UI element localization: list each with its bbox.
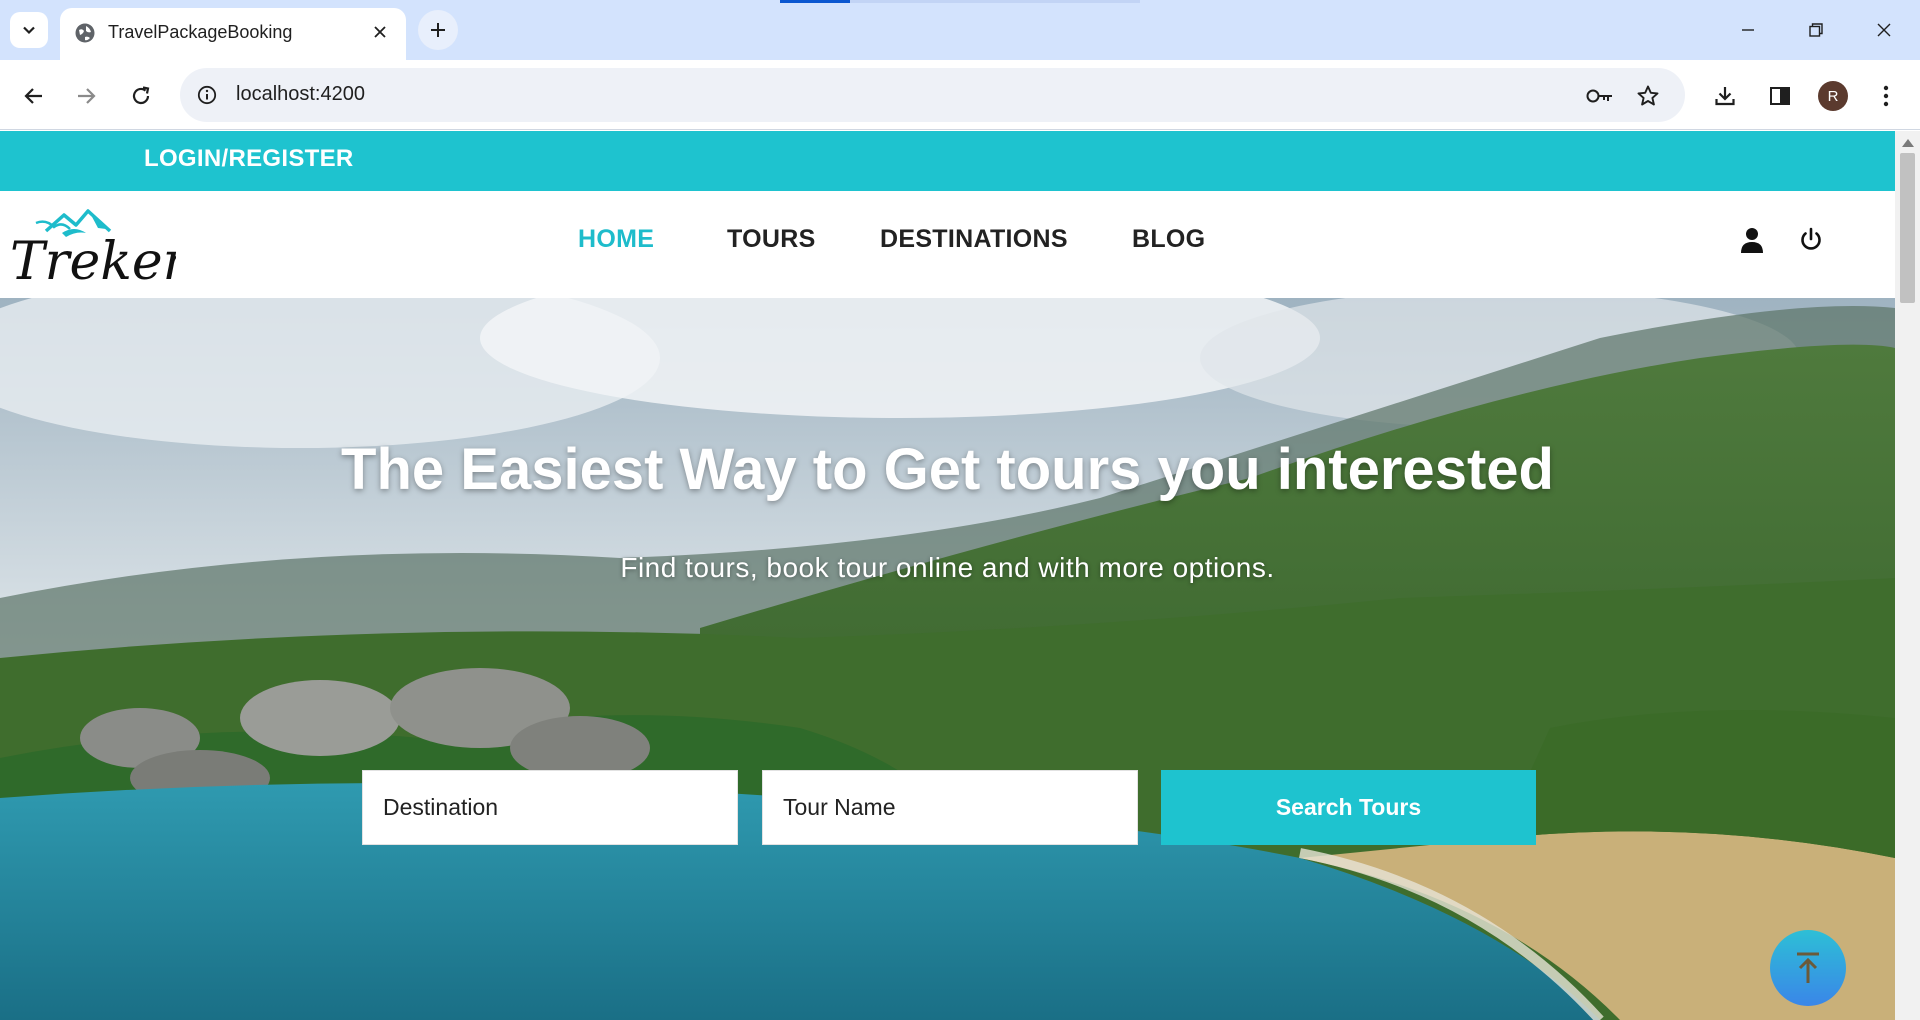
browser-menu-button[interactable] <box>1866 76 1906 116</box>
more-vertical-icon <box>1883 85 1889 107</box>
downloads-button[interactable] <box>1705 76 1745 116</box>
side-panel-icon <box>1770 87 1790 105</box>
search-tours-button[interactable]: Search Tours <box>1161 770 1536 845</box>
close-window-button[interactable] <box>1862 10 1906 50</box>
reload-button[interactable] <box>121 76 161 116</box>
logo-text: Treker <box>10 232 176 289</box>
tour-name-input[interactable] <box>762 770 1138 845</box>
close-icon <box>374 26 386 38</box>
hero-banner: The Easiest Way to Get tours you interes… <box>0 298 1895 1020</box>
nav-destinations[interactable]: DESTINATIONS <box>880 225 1068 254</box>
browser-toolbar: localhost:4200 R <box>0 60 1920 130</box>
star-icon <box>1637 85 1659 106</box>
url-text: localhost:4200 <box>236 83 365 105</box>
side-panel-button[interactable] <box>1760 76 1800 116</box>
arrow-right-icon <box>78 88 96 104</box>
browser-tab-active[interactable]: TravelPackageBooking <box>60 8 406 60</box>
password-manager-button[interactable] <box>1584 80 1616 112</box>
profile-button[interactable]: R <box>1813 76 1853 116</box>
tab-search-button[interactable] <box>10 12 48 48</box>
restore-button[interactable] <box>1794 10 1838 50</box>
bookmark-button[interactable] <box>1632 80 1664 112</box>
close-icon <box>1877 23 1891 37</box>
hero-title: The Easiest Way to Get tours you interes… <box>341 437 1554 502</box>
restore-icon <box>1809 23 1823 37</box>
download-icon <box>1715 87 1735 106</box>
main-navbar: Treker HOME TOURS DESTINATIONS BLOG <box>0 191 1895 298</box>
chevron-down-icon <box>23 26 35 35</box>
plus-icon <box>431 23 445 37</box>
minimize-button[interactable] <box>1726 10 1770 50</box>
browser-tabstrip: TravelPackageBooking <box>0 0 1920 60</box>
avatar: R <box>1818 81 1848 111</box>
page-viewport: LOGIN/REGISTER Treker HOME TOURS DESTINA… <box>0 131 1895 1020</box>
power-icon <box>1801 227 1821 250</box>
tab-title: TravelPackageBooking <box>108 22 293 42</box>
back-button[interactable] <box>14 76 54 116</box>
reload-icon <box>132 86 150 105</box>
tab-loading-track <box>850 0 1140 3</box>
login-register-link[interactable]: LOGIN/REGISTER <box>144 145 354 173</box>
user-icon <box>1741 228 1763 253</box>
account-button[interactable] <box>1737 225 1767 255</box>
tab-loading-indicator <box>780 0 850 3</box>
scrollbar-thumb[interactable] <box>1900 153 1915 303</box>
logout-button[interactable] <box>1796 225 1826 255</box>
site-info-button[interactable] <box>192 80 222 110</box>
forward-button[interactable] <box>66 76 106 116</box>
nav-tours[interactable]: TOURS <box>727 225 816 254</box>
minimize-icon <box>1742 29 1754 31</box>
hero-background-image <box>0 298 1895 1020</box>
info-icon <box>197 85 217 105</box>
address-bar[interactable]: localhost:4200 <box>180 68 1685 122</box>
arrow-left-icon <box>24 88 42 104</box>
globe-icon <box>75 23 95 43</box>
new-tab-button[interactable] <box>418 10 458 50</box>
top-bar: LOGIN/REGISTER <box>0 131 1895 191</box>
arrow-up-to-line-icon <box>1797 952 1819 983</box>
page-scrollbar[interactable] <box>1895 131 1920 1020</box>
key-icon <box>1586 89 1612 103</box>
destination-input[interactable] <box>362 770 738 845</box>
site-logo[interactable]: Treker <box>6 201 176 289</box>
nav-home[interactable]: HOME <box>578 225 654 254</box>
hero-subtitle: Find tours, book tour online and with mo… <box>620 552 1275 583</box>
back-to-top-button[interactable] <box>1770 930 1846 1006</box>
scroll-up-arrow[interactable] <box>1902 139 1914 147</box>
nav-blog[interactable]: BLOG <box>1132 225 1205 254</box>
tab-close-button[interactable] <box>368 20 392 44</box>
